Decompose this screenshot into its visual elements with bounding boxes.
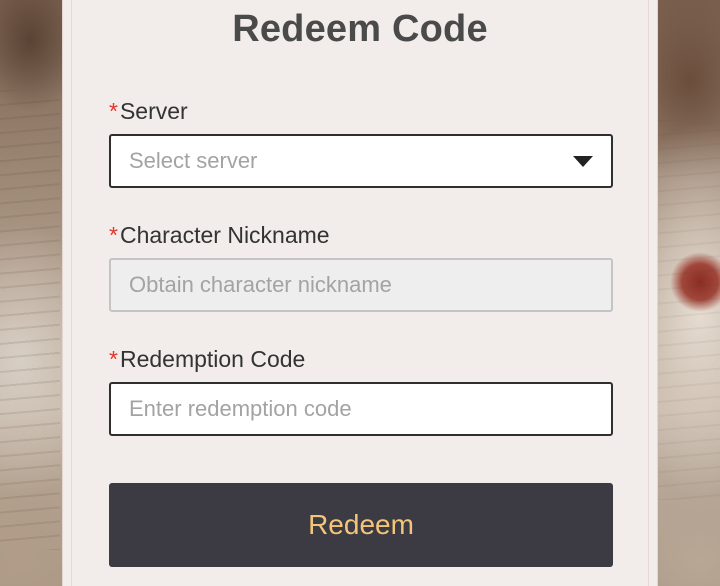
page-title: Redeem Code (232, 8, 488, 50)
redeem-page: Redeem Code *Server Select server *Chara… (0, 0, 720, 586)
redemption-code-input[interactable] (109, 382, 613, 436)
nickname-label-text: Character Nickname (119, 222, 330, 248)
redeem-card: Redeem Code *Server Select server *Chara… (62, 0, 658, 586)
server-select-placeholder: Select server (129, 148, 258, 173)
server-label-text: Server (119, 98, 188, 124)
background-paper-left (0, 90, 60, 550)
nickname-field (109, 258, 613, 312)
code-label-text: Redemption Code (119, 346, 306, 372)
background-paper-right (658, 120, 720, 500)
nickname-label: *Character Nickname (109, 222, 330, 249)
server-select[interactable]: Select server (109, 134, 613, 188)
code-label: *Redemption Code (109, 346, 305, 373)
caret-down-icon (573, 155, 593, 167)
required-mark: * (109, 222, 118, 248)
server-label: *Server (109, 98, 188, 125)
required-mark: * (109, 346, 118, 372)
redeem-button[interactable]: Redeem (109, 483, 613, 567)
required-mark: * (109, 98, 118, 124)
